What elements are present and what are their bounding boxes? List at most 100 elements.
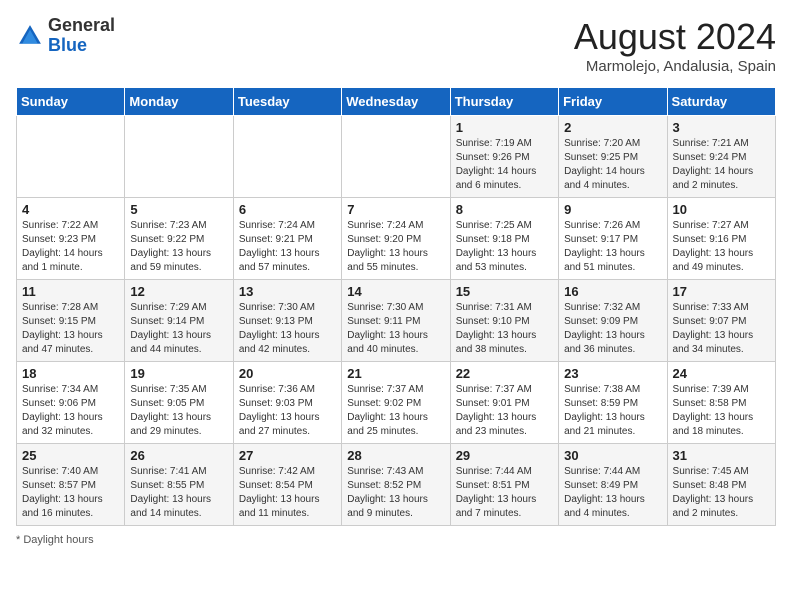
calendar-cell: 12 Sunrise: 7:29 AM Sunset: 9:14 PM Dayli… <box>125 280 233 362</box>
calendar-cell: 17Sunrise: 7:33 AM Sunset: 9:07 PM Dayli… <box>667 280 775 362</box>
day-info: Sunrise: 7:26 AM Sunset: 9:17 PM Dayligh… <box>564 219 661 275</box>
day-info: Sunrise: 7:38 AM Sunset: 8:59 PM Dayligh… <box>564 383 661 439</box>
footer-note: * Daylight hours <box>16 534 776 546</box>
day-info: Sunrise: 7:44 AM Sunset: 8:51 PM Dayligh… <box>456 465 553 521</box>
calendar-day-header: Friday <box>559 88 667 116</box>
day-number: 19 <box>130 366 227 381</box>
day-info: Sunrise: 7:27 AM Sunset: 9:16 PM Dayligh… <box>673 219 770 275</box>
calendar-cell: 15 Sunrise: 7:31 AM Sunset: 9:10 PM Dayli… <box>450 280 558 362</box>
day-number: 8 <box>456 202 553 217</box>
calendar-day-header: Sunday <box>17 88 125 116</box>
calendar-cell <box>233 116 341 198</box>
day-number: 5 <box>130 202 227 217</box>
calendar-cell: 8 Sunrise: 7:25 AM Sunset: 9:18 PM Daylig… <box>450 198 558 280</box>
day-info: Sunrise: 7:31 AM Sunset: 9:10 PM Dayligh… <box>456 301 553 357</box>
calendar-week-row: 11 Sunrise: 7:28 AM Sunset: 9:15 PM Dayli… <box>17 280 776 362</box>
calendar-day-header: Tuesday <box>233 88 341 116</box>
day-number: 7 <box>347 202 444 217</box>
calendar-cell <box>342 116 450 198</box>
footer-note-text: Daylight hours <box>23 534 93 546</box>
calendar-cell: 18Sunrise: 7:34 AM Sunset: 9:06 PM Dayli… <box>17 362 125 444</box>
day-info: Sunrise: 7:25 AM Sunset: 9:18 PM Dayligh… <box>456 219 553 275</box>
day-number: 23 <box>564 366 661 381</box>
calendar-cell: 13Sunrise: 7:30 AM Sunset: 9:13 PM Dayli… <box>233 280 341 362</box>
logo-general-text: General <box>48 15 115 35</box>
calendar-cell: 26 Sunrise: 7:41 AM Sunset: 8:55 PM Dayli… <box>125 444 233 526</box>
day-number: 4 <box>22 202 119 217</box>
calendar-header-row: SundayMondayTuesdayWednesdayThursdayFrid… <box>17 88 776 116</box>
day-number: 10 <box>673 202 770 217</box>
calendar-cell: 19 Sunrise: 7:35 AM Sunset: 9:05 PM Dayli… <box>125 362 233 444</box>
day-number: 28 <box>347 448 444 463</box>
calendar-cell: 2 Sunrise: 7:20 AM Sunset: 9:25 PM Daylig… <box>559 116 667 198</box>
month-year: August 2024 <box>574 16 776 58</box>
calendar-cell: 11 Sunrise: 7:28 AM Sunset: 9:15 PM Dayli… <box>17 280 125 362</box>
logo-icon <box>16 22 44 50</box>
calendar-day-header: Thursday <box>450 88 558 116</box>
day-number: 12 <box>130 284 227 299</box>
day-info: Sunrise: 7:28 AM Sunset: 9:15 PM Dayligh… <box>22 301 119 357</box>
day-number: 2 <box>564 120 661 135</box>
day-number: 15 <box>456 284 553 299</box>
calendar-cell: 10 Sunrise: 7:27 AM Sunset: 9:16 PM Dayli… <box>667 198 775 280</box>
calendar-day-header: Monday <box>125 88 233 116</box>
day-info: Sunrise: 7:23 AM Sunset: 9:22 PM Dayligh… <box>130 219 227 275</box>
day-info: Sunrise: 7:30 AM Sunset: 9:11 PM Dayligh… <box>347 301 444 357</box>
title-area: August 2024 Marmolejo, Andalusia, Spain <box>574 16 776 75</box>
day-number: 24 <box>673 366 770 381</box>
day-info: Sunrise: 7:36 AM Sunset: 9:03 PM Dayligh… <box>239 383 336 439</box>
day-info: Sunrise: 7:37 AM Sunset: 9:02 PM Dayligh… <box>347 383 444 439</box>
calendar-cell <box>125 116 233 198</box>
day-info: Sunrise: 7:29 AM Sunset: 9:14 PM Dayligh… <box>130 301 227 357</box>
day-number: 18 <box>22 366 119 381</box>
calendar-cell: 28Sunrise: 7:43 AM Sunset: 8:52 PM Dayli… <box>342 444 450 526</box>
day-info: Sunrise: 7:44 AM Sunset: 8:49 PM Dayligh… <box>564 465 661 521</box>
day-number: 29 <box>456 448 553 463</box>
calendar-week-row: 1Sunrise: 7:19 AM Sunset: 9:26 PM Daylig… <box>17 116 776 198</box>
day-info: Sunrise: 7:41 AM Sunset: 8:55 PM Dayligh… <box>130 465 227 521</box>
location: Marmolejo, Andalusia, Spain <box>574 58 776 75</box>
header: General Blue August 2024 Marmolejo, Anda… <box>16 16 776 75</box>
day-info: Sunrise: 7:24 AM Sunset: 9:21 PM Dayligh… <box>239 219 336 275</box>
day-info: Sunrise: 7:40 AM Sunset: 8:57 PM Dayligh… <box>22 465 119 521</box>
calendar-cell: 27Sunrise: 7:42 AM Sunset: 8:54 PM Dayli… <box>233 444 341 526</box>
calendar-cell: 21 Sunrise: 7:37 AM Sunset: 9:02 PM Dayli… <box>342 362 450 444</box>
calendar-cell: 22Sunrise: 7:37 AM Sunset: 9:01 PM Dayli… <box>450 362 558 444</box>
calendar-cell: 9 Sunrise: 7:26 AM Sunset: 9:17 PM Daylig… <box>559 198 667 280</box>
calendar-cell: 7 Sunrise: 7:24 AM Sunset: 9:20 PM Daylig… <box>342 198 450 280</box>
calendar-cell: 25 Sunrise: 7:40 AM Sunset: 8:57 PM Dayli… <box>17 444 125 526</box>
calendar-cell: 23 Sunrise: 7:38 AM Sunset: 8:59 PM Dayli… <box>559 362 667 444</box>
calendar-cell: 6 Sunrise: 7:24 AM Sunset: 9:21 PM Daylig… <box>233 198 341 280</box>
day-info: Sunrise: 7:35 AM Sunset: 9:05 PM Dayligh… <box>130 383 227 439</box>
calendar-cell: 3 Sunrise: 7:21 AM Sunset: 9:24 PM Daylig… <box>667 116 775 198</box>
day-info: Sunrise: 7:24 AM Sunset: 9:20 PM Dayligh… <box>347 219 444 275</box>
calendar-body: 1Sunrise: 7:19 AM Sunset: 9:26 PM Daylig… <box>17 116 776 526</box>
calendar-cell: 24 Sunrise: 7:39 AM Sunset: 8:58 PM Dayli… <box>667 362 775 444</box>
day-info: Sunrise: 7:37 AM Sunset: 9:01 PM Dayligh… <box>456 383 553 439</box>
day-number: 25 <box>22 448 119 463</box>
calendar-cell: 5 Sunrise: 7:23 AM Sunset: 9:22 PM Daylig… <box>125 198 233 280</box>
day-number: 21 <box>347 366 444 381</box>
calendar-table: SundayMondayTuesdayWednesdayThursdayFrid… <box>16 87 776 526</box>
day-info: Sunrise: 7:39 AM Sunset: 8:58 PM Dayligh… <box>673 383 770 439</box>
day-number: 30 <box>564 448 661 463</box>
day-number: 9 <box>564 202 661 217</box>
day-info: Sunrise: 7:30 AM Sunset: 9:13 PM Dayligh… <box>239 301 336 357</box>
calendar-cell: 20Sunrise: 7:36 AM Sunset: 9:03 PM Dayli… <box>233 362 341 444</box>
day-info: Sunrise: 7:32 AM Sunset: 9:09 PM Dayligh… <box>564 301 661 357</box>
calendar-week-row: 18Sunrise: 7:34 AM Sunset: 9:06 PM Dayli… <box>17 362 776 444</box>
logo: General Blue <box>16 16 115 56</box>
day-info: Sunrise: 7:20 AM Sunset: 9:25 PM Dayligh… <box>564 137 661 193</box>
day-number: 11 <box>22 284 119 299</box>
calendar-cell: 1Sunrise: 7:19 AM Sunset: 9:26 PM Daylig… <box>450 116 558 198</box>
day-info: Sunrise: 7:21 AM Sunset: 9:24 PM Dayligh… <box>673 137 770 193</box>
calendar-cell <box>17 116 125 198</box>
logo-blue-text: Blue <box>48 35 87 55</box>
day-number: 3 <box>673 120 770 135</box>
day-number: 31 <box>673 448 770 463</box>
calendar-cell: 4 Sunrise: 7:22 AM Sunset: 9:23 PM Daylig… <box>17 198 125 280</box>
day-info: Sunrise: 7:22 AM Sunset: 9:23 PM Dayligh… <box>22 219 119 275</box>
day-number: 6 <box>239 202 336 217</box>
day-info: Sunrise: 7:45 AM Sunset: 8:48 PM Dayligh… <box>673 465 770 521</box>
day-number: 26 <box>130 448 227 463</box>
